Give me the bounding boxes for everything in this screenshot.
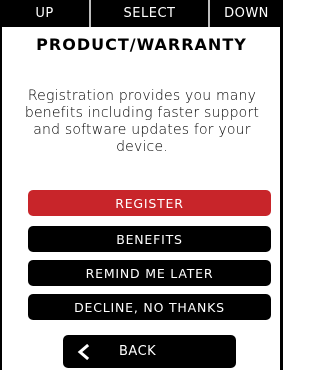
remind-me-later-button[interactable]: REMIND ME LATER — [28, 260, 271, 286]
register-button[interactable]: REGISTER — [28, 190, 271, 216]
message-line-4: device. — [116, 139, 168, 155]
screen: UP SELECT DOWN PRODUCT/WARRANTY Registra… — [0, 0, 283, 370]
benefits-button[interactable]: BENEFITS — [28, 226, 271, 252]
down-button[interactable]: DOWN — [210, 0, 283, 27]
left-border — [0, 0, 2, 370]
page-title: PRODUCT/WARRANTY — [36, 35, 247, 54]
message-line-3: and software updates for your — [33, 122, 251, 138]
message-line-1: Registration provides you many — [27, 88, 257, 104]
select-button[interactable]: SELECT — [89, 0, 210, 27]
decline-button[interactable]: DECLINE, NO THANKS — [28, 294, 271, 320]
right-border — [280, 0, 283, 370]
back-label: BACK — [119, 344, 157, 359]
up-button[interactable]: UP — [0, 0, 89, 27]
message-line-2: benefits including faster support — [24, 105, 260, 121]
back-button[interactable]: BACK — [63, 335, 236, 368]
top-button-bar: UP SELECT DOWN — [0, 0, 283, 27]
registration-message: Registration provides you many benefits … — [6, 88, 278, 156]
chevron-left-icon — [63, 343, 103, 360]
